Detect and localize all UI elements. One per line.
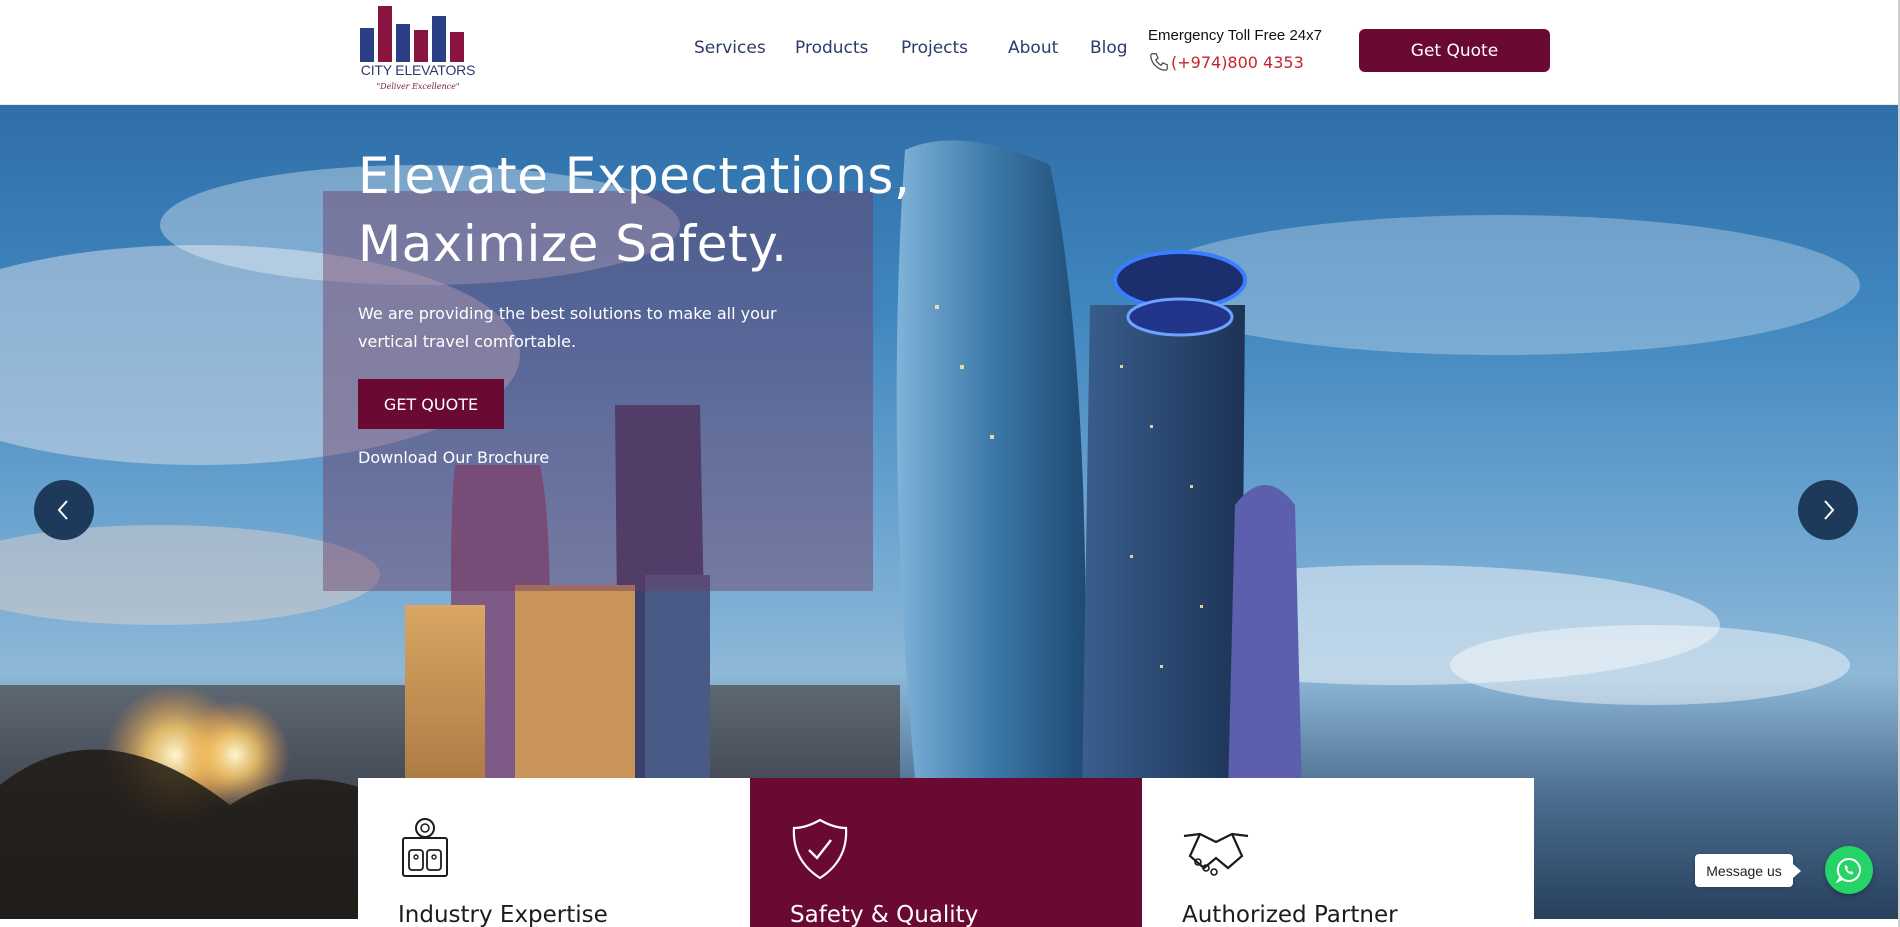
hero-subtitle: We are providing the best solutions to m… bbox=[358, 300, 788, 356]
elevator-panel-icon bbox=[402, 818, 448, 877]
nav-blog[interactable]: Blog bbox=[1090, 38, 1128, 58]
hero-title: Elevate Expectations, Maximize Safety. bbox=[358, 142, 918, 278]
phone-number[interactable]: (+974)800 4353 bbox=[1171, 53, 1304, 72]
nav-services[interactable]: Services bbox=[694, 38, 766, 58]
hero-subtitle-line-2: vertical travel comfortable. bbox=[358, 332, 577, 351]
nav-projects[interactable]: Projects bbox=[901, 38, 968, 58]
logo-tagline: "Deliver Excellence" bbox=[376, 82, 460, 91]
hero-title-line-2: Maximize Safety. bbox=[358, 215, 788, 273]
get-quote-button[interactable]: Get Quote bbox=[1359, 29, 1550, 72]
emergency-phone[interactable]: (+974)800 4353 bbox=[1148, 51, 1304, 73]
hero-subtitle-line-1: We are providing the best solutions to m… bbox=[358, 304, 777, 323]
nav-products[interactable]: Products bbox=[795, 38, 868, 58]
whatsapp-message-label[interactable]: Message us bbox=[1695, 854, 1801, 887]
download-brochure-link[interactable]: Download Our Brochure bbox=[358, 448, 549, 467]
logo-name: CITY ELEVATORS bbox=[360, 62, 476, 78]
phone-icon bbox=[1150, 53, 1168, 71]
chevron-left-icon bbox=[57, 500, 68, 520]
chevron-right-icon bbox=[1824, 500, 1835, 520]
hero-title-line-1: Elevate Expectations, bbox=[358, 147, 911, 205]
feature-title: Safety & Quality bbox=[790, 902, 979, 927]
hero-get-quote-button[interactable]: GET QUOTE bbox=[358, 379, 504, 429]
feature-card-safety-quality[interactable]: Safety & Quality bbox=[750, 778, 1142, 927]
site-header: CITY ELEVATORS "Deliver Excellence" Serv… bbox=[0, 0, 1898, 105]
handshake-icon bbox=[1183, 832, 1249, 876]
slider-prev-button[interactable] bbox=[34, 480, 94, 540]
nav-about[interactable]: About bbox=[1008, 38, 1058, 58]
shield-check-icon bbox=[792, 818, 848, 880]
city-elevators-logo[interactable]: CITY ELEVATORS "Deliver Excellence" bbox=[358, 4, 478, 96]
feature-title: Industry Expertise bbox=[398, 902, 608, 927]
logo-bars-icon bbox=[360, 6, 464, 62]
feature-card-authorized-partner[interactable]: Authorized Partner bbox=[1142, 778, 1534, 927]
whatsapp-button[interactable] bbox=[1825, 846, 1873, 894]
feature-card-industry-expertise[interactable]: Industry Expertise bbox=[358, 778, 750, 927]
feature-cards: Industry Expertise Safety & Quality Auth… bbox=[358, 778, 1534, 927]
feature-title: Authorized Partner bbox=[1182, 902, 1398, 927]
whatsapp-icon bbox=[1835, 857, 1861, 884]
slider-next-button[interactable] bbox=[1798, 480, 1858, 540]
emergency-label: Emergency Toll Free 24x7 bbox=[1148, 27, 1322, 44]
